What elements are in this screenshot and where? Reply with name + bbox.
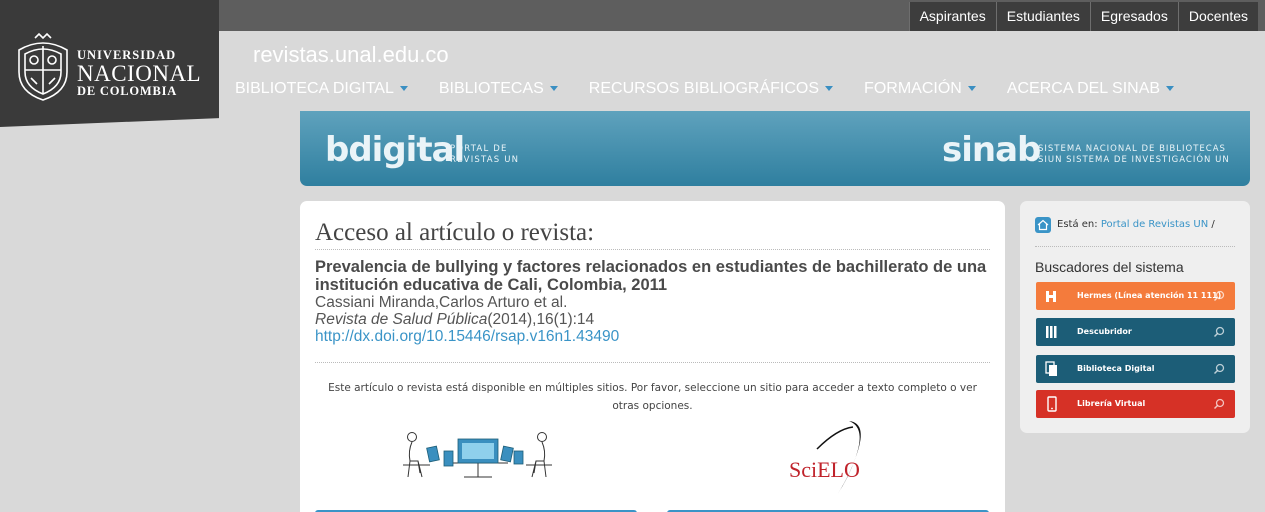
libreria-virtual-label: Librería Virtual <box>1077 399 1146 408</box>
scielo-logo[interactable]: SciELO <box>787 419 877 501</box>
university-logo[interactable]: UNIVERSIDAD NACIONAL DE COLOMBIA <box>0 0 219 127</box>
home-icon[interactable] <box>1035 217 1051 233</box>
top-link-aspirantes[interactable]: Aspirantes <box>908 2 996 31</box>
search-icon <box>1213 363 1225 375</box>
bdigital-subtitle: PORTAL DE REVISTAS UN <box>450 144 530 166</box>
journal-name: Revista de Salud Pública <box>315 311 488 328</box>
article-citation: Revista de Salud Pública(2014),16(1):14 <box>315 311 990 328</box>
top-links: Aspirantes Estudiantes Egresados Docente… <box>908 2 1258 31</box>
documents-icon <box>1045 361 1057 376</box>
breadcrumb-prefix: Está en: <box>1057 219 1098 230</box>
tablet-icon <box>1047 396 1057 412</box>
nav-label: BIBLIOTECA DIGITAL <box>235 80 394 97</box>
doi-link[interactable]: http://dx.doi.org/10.15446/rsap.v16n1.43… <box>315 328 619 345</box>
top-link-egresados[interactable]: Egresados <box>1089 2 1178 31</box>
sinab-sub-2: SIUN SISTEMA DE INVESTIGACIÓN UN <box>1038 155 1230 165</box>
caret-down-icon <box>967 86 976 92</box>
libreria-virtual-button[interactable]: Librería Virtual <box>1036 390 1235 418</box>
university-seal-icon <box>18 32 68 101</box>
books-icon <box>1046 326 1057 338</box>
scielo-wordmark: SciELO <box>789 457 860 482</box>
logo-line-3: DE COLOMBIA <box>77 84 178 98</box>
site-url[interactable]: revistas.unal.edu.co <box>253 42 449 68</box>
descubridor-button[interactable]: Descubridor <box>1036 318 1235 346</box>
citation-detail: (2014),16(1):14 <box>487 311 595 328</box>
hermes-button[interactable]: Hermes (Línea atención 11 111) <box>1036 282 1235 310</box>
main-nav: BIBLIOTECA DIGITAL BIBLIOTECAS RECURSOS … <box>235 78 1205 100</box>
bdigital-sub-1: PORTAL DE <box>450 144 508 154</box>
bdigital-sub-2: REVISTAS UN <box>450 155 520 165</box>
nav-item-formacion[interactable]: FORMACIÓN <box>864 78 976 100</box>
nav-item-biblioteca-digital[interactable]: BIBLIOTECA DIGITAL <box>235 78 408 100</box>
sinab-sub-1: SISTEMA NACIONAL DE BIBLIOTECAS <box>1038 144 1226 154</box>
caret-down-icon <box>399 86 408 92</box>
divider <box>315 362 990 363</box>
nav-label: RECURSOS BIBLIOGRÁFICOS <box>588 80 820 97</box>
caret-down-icon <box>1166 86 1175 92</box>
nav-item-bibliotecas[interactable]: BIBLIOTECAS <box>439 78 558 100</box>
descubridor-label: Descubridor <box>1077 327 1132 336</box>
breadcrumb: Está en: Portal de Revistas UN / <box>1035 217 1235 247</box>
search-icon <box>1213 290 1225 302</box>
page-title: Acceso al artículo o revista: <box>315 219 990 250</box>
caret-down-icon <box>825 86 834 92</box>
sinab-subtitle: SISTEMA NACIONAL DE BIBLIOTECAS SIUN SIS… <box>1038 144 1238 166</box>
bdigital-logo[interactable]: bdigital <box>325 130 465 170</box>
search-engines-heading: Buscadores del sistema <box>1035 259 1184 275</box>
breadcrumb-separator: / <box>1211 219 1215 230</box>
article-authors: Cassiani Miranda,Carlos Arturo et al. <box>315 294 568 311</box>
nav-item-recursos[interactable]: RECURSOS BIBLIOGRÁFICOS <box>588 78 834 100</box>
sinab-logo[interactable]: sinab <box>942 130 1041 170</box>
portal-banner: bdigital PORTAL DE REVISTAS UN sinab SIS… <box>300 111 1250 186</box>
nav-label: FORMACIÓN <box>864 80 962 97</box>
biblioteca-digital-button[interactable]: Biblioteca Digital <box>1036 355 1235 383</box>
article-access-card: Acceso al artículo o revista: Prevalenci… <box>300 201 1005 512</box>
article-info: Prevalencia de bullying y factores relac… <box>315 258 990 345</box>
nav-label: BIBLIOTECAS <box>438 80 544 97</box>
nav-item-acerca[interactable]: ACERCA DEL SINAB <box>1006 78 1175 100</box>
caret-down-icon <box>549 86 558 92</box>
search-icon <box>1213 326 1225 338</box>
hermes-icon <box>1046 291 1056 302</box>
sidebar: Está en: Portal de Revistas UN / Buscado… <box>1020 201 1250 433</box>
biblioteca-digital-label: Biblioteca Digital <box>1077 364 1155 373</box>
availability-notice: Este artículo o revista está disponible … <box>328 382 977 412</box>
top-link-estudiantes[interactable]: Estudiantes <box>995 2 1090 31</box>
nav-label: ACERCA DEL SINAB <box>1006 80 1161 97</box>
hermes-label: Hermes (Línea atención 11 111) <box>1077 291 1222 300</box>
breadcrumb-link[interactable]: Portal de Revistas UN <box>1101 219 1208 230</box>
search-icon <box>1213 398 1225 410</box>
portal-revistas-illustration-icon[interactable] <box>400 429 556 487</box>
top-link-docentes[interactable]: Docentes <box>1177 2 1258 31</box>
article-title: Prevalencia de bullying y factores relac… <box>315 258 987 294</box>
